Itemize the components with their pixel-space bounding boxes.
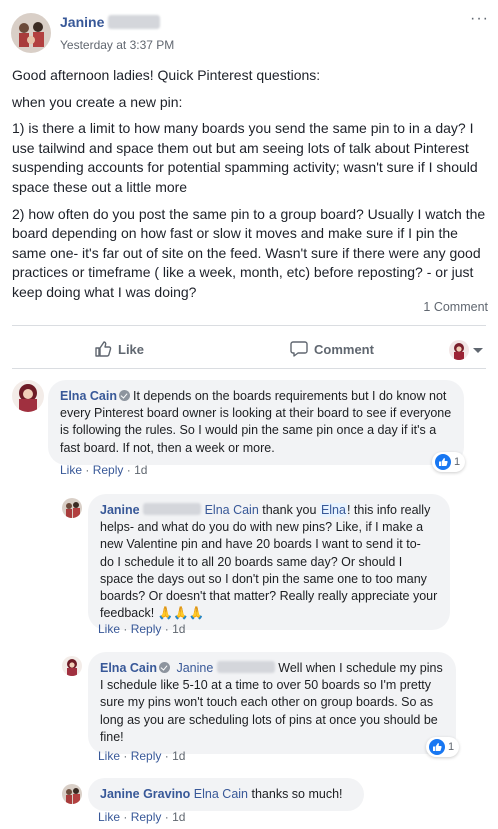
separator: · (126, 463, 131, 477)
speech-bubble-icon (290, 341, 308, 357)
reaction-count[interactable]: 1 (432, 452, 466, 472)
mention-tag[interactable]: Elna Cain (205, 503, 259, 517)
comment-reply-link[interactable]: Reply (131, 810, 162, 824)
reply-text: ! this info really helps- and what do yo… (100, 503, 438, 621)
viewer-avatar (449, 340, 469, 360)
replier-avatar[interactable] (62, 498, 82, 518)
comment-label: Comment (314, 341, 374, 357)
replier-avatar[interactable] (62, 784, 82, 804)
comment-age[interactable]: 1d (172, 810, 185, 824)
mention-tag[interactable]: Elna Cain (194, 787, 248, 801)
divider (12, 325, 486, 326)
divider (12, 368, 486, 369)
redacted-surname (108, 15, 161, 29)
reply-text: thanks so much! (251, 787, 343, 801)
replier-name[interactable]: Elna Cain (100, 661, 157, 675)
post-author[interactable]: Janine (60, 14, 161, 30)
comment-meta: Like · Reply · 1d (60, 463, 147, 477)
comment-count[interactable]: 1 Comment (423, 300, 488, 314)
redacted-surname (143, 503, 202, 515)
post-paragraph: when you create a new pin: (12, 93, 183, 110)
comment-like-link[interactable]: Like (98, 810, 120, 824)
reaction-number: 1 (454, 456, 461, 468)
comment-reply-link[interactable]: Reply (131, 622, 162, 636)
reaction-number: 1 (448, 741, 455, 753)
comment-like-link[interactable]: Like (98, 622, 120, 636)
separator: · (164, 622, 169, 636)
post-paragraph: Good afternoon ladies! Quick Pinterest q… (12, 67, 321, 83)
like-reaction-icon (429, 739, 445, 755)
reply-bubble: Janine Elna Cain thank you Elna! this in… (88, 494, 450, 631)
comment-reply-link[interactable]: Reply (131, 749, 162, 763)
like-button[interactable]: Like (94, 340, 144, 358)
comment-bubble: Elna Cain It depends on the boards requir… (48, 380, 464, 465)
thumbs-up-icon (95, 341, 112, 357)
comment-age[interactable]: 1d (134, 463, 147, 477)
separator: · (123, 622, 128, 636)
comment-meta: Like · Reply · 1d (98, 749, 185, 763)
redacted-surname (216, 661, 275, 673)
comment-reply-link[interactable]: Reply (93, 463, 124, 477)
author-name[interactable]: Janine (60, 14, 104, 30)
reply-text: thank you (258, 503, 320, 517)
separator: · (123, 810, 128, 824)
more-options-icon[interactable]: ··· (470, 10, 489, 28)
chevron-down-icon (473, 347, 483, 353)
reply-bubble: Elna Cain Janine Well when I schedule my… (88, 652, 456, 755)
separator: · (164, 749, 169, 763)
post-paragraph: 2) how often do you post the same pin to… (12, 205, 486, 300)
comment-text: It depends on the boards requirements bu… (60, 389, 452, 455)
separator: · (123, 749, 128, 763)
replier-name[interactable]: Janine (100, 503, 140, 517)
author-avatar[interactable] (11, 13, 51, 53)
replier-name[interactable]: Janine Gravino (100, 787, 190, 801)
comment-age[interactable]: 1d (172, 749, 185, 763)
reply-bubble: Janine Gravino Elna Cain thanks so much! (88, 778, 364, 812)
reaction-count[interactable]: 1 (426, 737, 460, 757)
replier-avatar[interactable] (62, 656, 82, 676)
like-label: Like (118, 341, 145, 357)
separator: · (164, 810, 169, 824)
post-body: Good afternoon ladies! Quick Pinterest q… (12, 66, 490, 310)
comment-meta: Like · Reply · 1d (98, 622, 185, 636)
action-bar: Like Comment (0, 334, 498, 368)
comment-as-selector[interactable] (449, 340, 483, 360)
post-paragraph: 1) is there a limit to how many boards y… (12, 120, 478, 195)
comment-like-link[interactable]: Like (60, 463, 82, 477)
comment-like-link[interactable]: Like (98, 749, 120, 763)
commenter-name[interactable]: Elna Cain (60, 389, 117, 403)
comment-age[interactable]: 1d (172, 622, 185, 636)
like-reaction-icon (435, 454, 451, 470)
mention-tag[interactable]: Janine (176, 661, 213, 675)
comment-meta: Like · Reply · 1d (98, 810, 185, 824)
verified-badge-icon (118, 390, 130, 401)
facebook-post: Janine Yesterday at 3:37 PM ··· Good aft… (0, 0, 498, 829)
commenter-avatar[interactable] (12, 380, 44, 412)
comment-button[interactable]: Comment (290, 340, 374, 358)
verified-badge-icon (158, 662, 170, 673)
mention-tag[interactable]: Elna (319, 503, 347, 517)
separator: · (85, 463, 90, 477)
post-timestamp[interactable]: Yesterday at 3:37 PM (60, 38, 174, 52)
